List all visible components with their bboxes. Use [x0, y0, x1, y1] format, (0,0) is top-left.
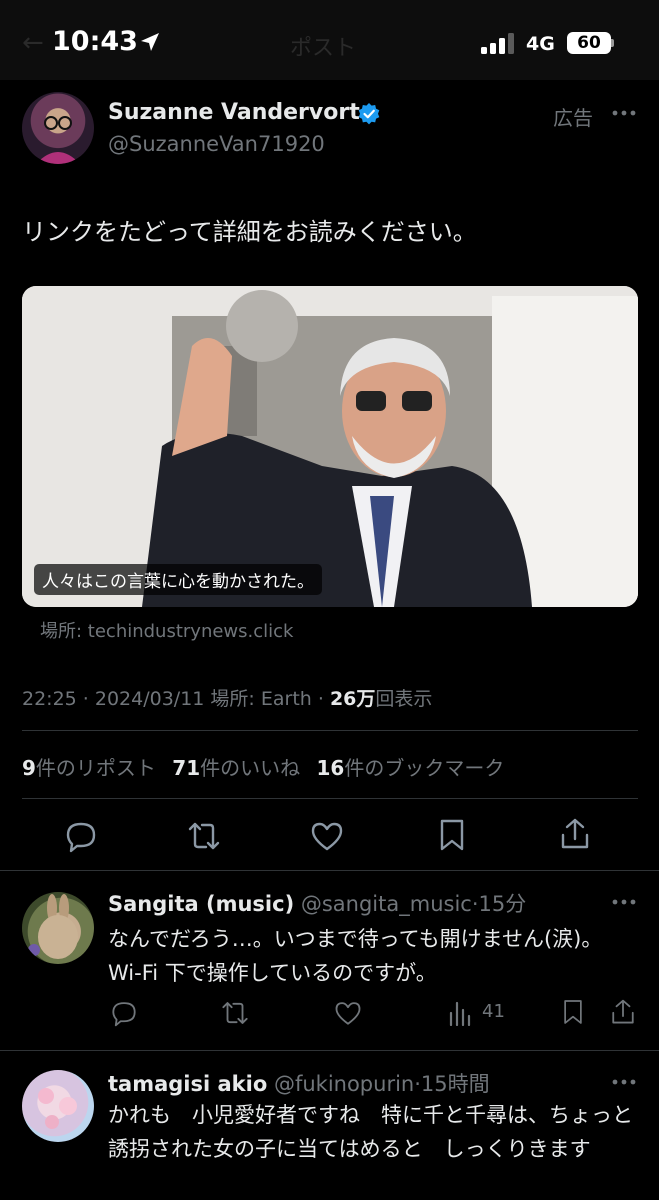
reposts-label[interactable]: 件のリポスト: [36, 756, 156, 780]
reply-avatar[interactable]: [22, 1070, 94, 1142]
like-icon[interactable]: [310, 820, 344, 852]
status-time: 10:43: [52, 26, 138, 57]
divider: [22, 730, 638, 731]
reply-author-handle[interactable]: @sangita_music: [301, 892, 472, 916]
reply-more-icon[interactable]: [612, 897, 636, 907]
network-type: 4G: [526, 33, 555, 55]
share-icon[interactable]: [559, 817, 591, 851]
reply-share-icon[interactable]: [610, 998, 636, 1026]
battery-nub: [611, 39, 614, 47]
reply-views-icon[interactable]: [448, 1000, 472, 1026]
reply-icon[interactable]: [64, 819, 98, 853]
post-meta: 22:25 · 2024/03/11 場所: Earth · 26万回表示: [22, 684, 432, 711]
divider: [0, 1050, 659, 1051]
view-count: 26万: [329, 688, 376, 710]
reply-avatar[interactable]: [22, 892, 94, 964]
reply-author-name[interactable]: Sangita (music): [108, 892, 294, 916]
post-stats: 9件のリポスト 71件のいいね 16件のブックマーク: [22, 752, 504, 781]
location-arrow-icon: [141, 33, 159, 51]
likes-count[interactable]: 71: [172, 756, 200, 780]
repost-icon[interactable]: [186, 820, 222, 852]
link-card-image[interactable]: 人々はこの言葉に心を動かされた。: [22, 286, 638, 607]
verified-badge-icon: [358, 103, 380, 125]
reply-more-icon[interactable]: [612, 1077, 636, 1087]
back-arrow-icon[interactable]: ←: [22, 28, 44, 58]
reply-author-name[interactable]: tamagisi akio: [108, 1072, 267, 1096]
post-timestamp: 22:25 · 2024/03/11 場所: Earth ·: [22, 688, 330, 710]
reply-reply-icon[interactable]: [110, 999, 138, 1027]
link-source[interactable]: 場所: techindustrynews.click: [40, 617, 293, 643]
reply-time: ·15分: [471, 892, 527, 916]
author-handle[interactable]: @SuzanneVan71920: [108, 132, 325, 156]
rabbit-icon: [28, 894, 78, 959]
likes-label[interactable]: 件のいいね: [200, 756, 300, 780]
reposts-count[interactable]: 9: [22, 756, 36, 780]
reply-views-count: 41: [482, 1001, 505, 1022]
reply-text: かれも 小児愛好者ですね 特に千と千尋は、ちょっと誘拐された女の子に当てはめると…: [108, 1103, 633, 1161]
reply-header: Sangita (music) @sangita_music·15分: [108, 888, 526, 918]
bookmark-icon[interactable]: [438, 818, 466, 852]
photo-illustration: [22, 286, 638, 607]
sakura-icon: [38, 1088, 77, 1129]
battery-icon: 60: [567, 32, 611, 54]
divider: [22, 798, 638, 799]
divider: [0, 870, 659, 871]
post-text: リンクをたどって詳細をお読みください。: [22, 218, 477, 246]
signal-icon: [481, 33, 514, 54]
bookmarks-label[interactable]: 件のブックマーク: [344, 756, 504, 780]
image-caption: 人々はこの言葉に心を動かされた。: [34, 564, 322, 595]
reply-bookmark-icon[interactable]: [562, 998, 584, 1026]
reply-text: なんでだろう…。いつまで待っても開けません(涙)。Wi-Fi 下で操作しているの…: [108, 927, 603, 985]
more-options-icon[interactable]: [612, 108, 636, 118]
reply-author-handle[interactable]: @fukinopurin: [274, 1072, 414, 1096]
view-label: 回表示: [375, 688, 433, 710]
bookmarks-count[interactable]: 16: [316, 756, 344, 780]
avatar-glasses-icon: [36, 116, 80, 164]
reply-like-icon[interactable]: [334, 999, 362, 1027]
reply-repost-icon[interactable]: [220, 999, 250, 1027]
header-title: ポスト: [290, 36, 357, 61]
author-avatar[interactable]: [22, 92, 94, 164]
ad-label: 広告: [553, 106, 593, 130]
reply-time: ·15時間: [414, 1072, 490, 1096]
reply-header: tamagisi akio @fukinopurin·15時間: [108, 1068, 490, 1098]
author-name[interactable]: Suzanne Vandervort: [108, 100, 360, 125]
